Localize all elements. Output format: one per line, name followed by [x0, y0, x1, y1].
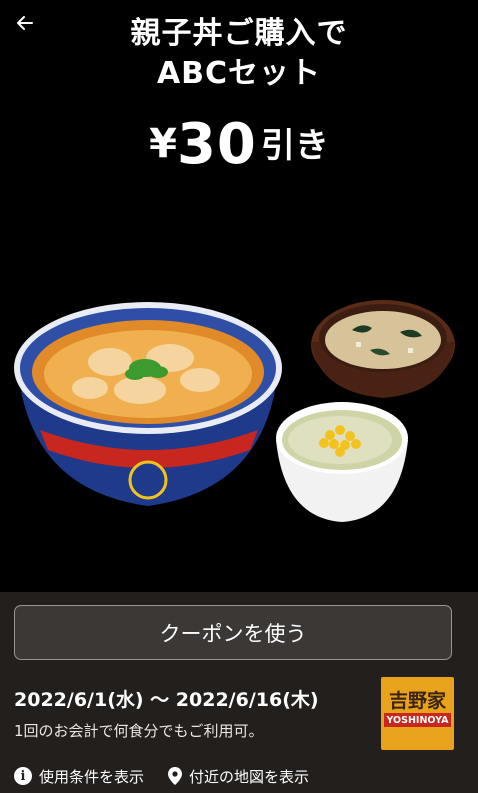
- map-link[interactable]: 付近の地図を表示: [168, 766, 309, 787]
- map-link-label: 付近の地図を表示: [189, 767, 310, 786]
- discount-suffix: 引き: [260, 126, 329, 166]
- logo-roman: YOSHINOYA: [384, 713, 451, 727]
- use-coupon-button[interactable]: クーポンを使う: [14, 605, 452, 660]
- headline-line-1: 親子丼ご購入で: [130, 16, 348, 51]
- terms-link-label: 使用条件を表示: [39, 767, 145, 786]
- currency-symbol: ¥: [149, 121, 177, 167]
- food-image: [14, 300, 455, 522]
- map-pin-icon: [168, 767, 183, 785]
- miso-soup-bowl: [311, 300, 455, 398]
- yoshinoya-logo: 吉野家 YOSHINOYA: [381, 677, 454, 750]
- logo-kanji: 吉野家: [388, 690, 446, 712]
- terms-link[interactable]: i 使用条件を表示: [14, 766, 144, 787]
- info-icon: i: [14, 767, 32, 785]
- usage-note: 1回のお会計で何食分でもご利用可。: [14, 722, 264, 740]
- discount-price: ¥30 引き: [0, 112, 478, 177]
- salad-bowl: [276, 402, 408, 522]
- footer-links: i 使用条件を表示 付近の地図を表示: [14, 764, 474, 788]
- headline-line-2: ABCセット: [156, 56, 322, 91]
- validity-period: 2022/6/1(水) 〜 2022/6/16(木): [14, 689, 319, 711]
- offer-headline: 親子丼ご購入で ABCセット: [0, 14, 478, 94]
- discount-amount: 30: [176, 112, 257, 177]
- oyakodon-bowl: [14, 302, 282, 506]
